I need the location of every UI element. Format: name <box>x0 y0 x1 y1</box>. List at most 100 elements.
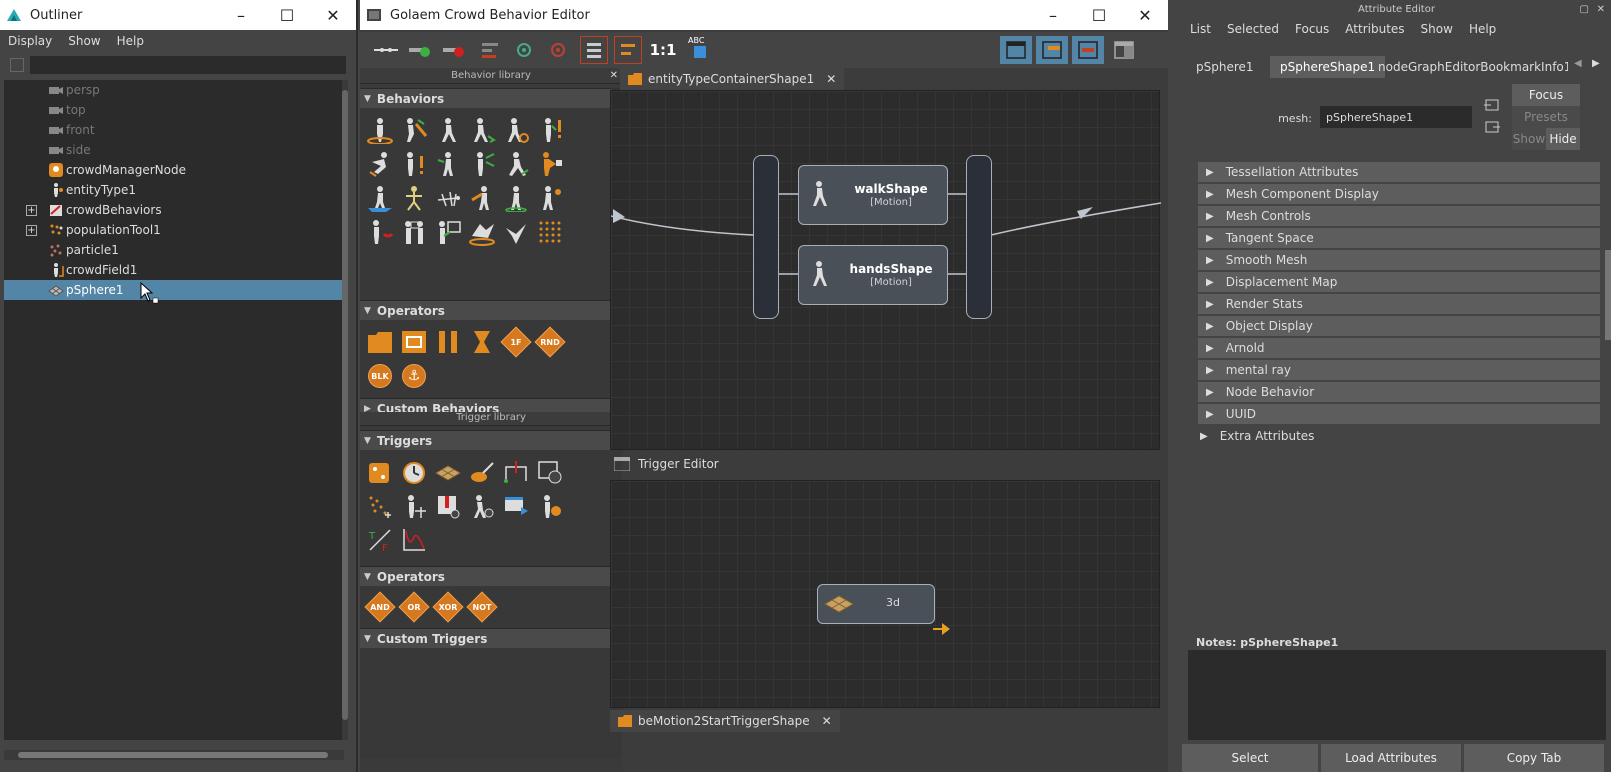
behavior-graph-canvas[interactable]: walkShape [Motion] handsShape [Motion] <box>610 90 1161 450</box>
trigger-distance-icon[interactable] <box>398 490 430 522</box>
behavior-node[interactable]: walkShape [Motion] <box>798 165 948 225</box>
tab-scroll-left-icon[interactable]: ◀ <box>1574 58 1582 69</box>
outliner-item-selected[interactable]: pSphere1 <box>4 280 346 300</box>
section-uuid[interactable]: ▶ UUID <box>1198 404 1600 424</box>
behavior-sync-icon[interactable] <box>466 148 498 180</box>
copy-tab-button[interactable]: Copy Tab <box>1464 744 1604 772</box>
behavior-wait-icon[interactable] <box>500 182 532 214</box>
section-extra-attributes[interactable]: ▶ Extra Attributes <box>1198 426 1600 446</box>
trigger-collision-icon[interactable] <box>534 456 566 488</box>
outliner-item[interactable]: crowdManagerNode <box>4 160 346 180</box>
outliner-item[interactable]: crowdField1 <box>4 260 346 280</box>
collapse-button[interactable] <box>614 36 642 64</box>
connect-tool-button[interactable] <box>372 36 400 64</box>
maximize-button[interactable]: ☐ <box>264 0 310 30</box>
focus-button[interactable]: Focus <box>1512 84 1580 106</box>
view-split-button[interactable] <box>1036 36 1068 64</box>
trigger-paint-icon[interactable] <box>466 456 498 488</box>
operator-and-icon[interactable]: AND <box>364 591 396 623</box>
notes-textarea[interactable] <box>1188 650 1606 740</box>
trigger-random-icon[interactable] <box>364 456 396 488</box>
tab-entity-type-container[interactable]: entityTypeContainerShape1 ✕ <box>620 68 845 90</box>
outliner-item[interactable]: front <box>4 120 346 140</box>
operator-loop-icon[interactable] <box>398 326 430 358</box>
behavior-ground-icon[interactable] <box>364 182 396 214</box>
trigger-timer-icon[interactable] <box>398 456 430 488</box>
presets-button[interactable]: Presets <box>1512 106 1580 128</box>
mesh-field[interactable] <box>1320 106 1472 128</box>
section-tangent-space[interactable]: ▶ Tangent Space <box>1198 228 1600 248</box>
outliner-item[interactable]: + populationTool1 <box>4 220 346 240</box>
operator-xor-icon[interactable]: XOR <box>432 591 464 623</box>
trigger-shader-icon[interactable] <box>534 490 566 522</box>
behavior-jump-icon[interactable] <box>364 148 396 180</box>
tab-nodegrapheditorbookmarkinfo1[interactable]: nodeGraphEditorBookmarkInfo1 <box>1368 56 1568 78</box>
trigger-graph-canvas[interactable]: 3d <box>610 480 1160 708</box>
close-button[interactable]: ✕ <box>1122 0 1168 30</box>
operator-anchor-icon[interactable]: ⚓ <box>398 360 430 392</box>
behavior-flow-icon[interactable] <box>398 114 430 146</box>
behavior-bird-icon[interactable] <box>500 216 532 248</box>
menu-attributes[interactable]: Attributes <box>1337 22 1412 36</box>
behavior-carry-icon[interactable] <box>466 182 498 214</box>
show-button[interactable]: Show <box>1512 128 1546 150</box>
view-attributes-button[interactable] <box>1108 36 1140 64</box>
expand-icon[interactable]: + <box>26 224 37 236</box>
minimize-button[interactable]: – <box>218 0 264 30</box>
section-render-stats[interactable]: ▶ Render Stats <box>1198 294 1600 314</box>
section-displacement-map[interactable]: ▶ Displacement Map <box>1198 272 1600 292</box>
section-object-display[interactable]: ▶ Object Display <box>1198 316 1600 336</box>
trigger-operators-section-header[interactable]: ▼ Operators <box>360 566 622 586</box>
behavior-pickup-icon[interactable] <box>534 148 566 180</box>
tab-trigger-shape[interactable]: beMotion2StartTriggerShape ✕ <box>610 710 840 732</box>
frame-button[interactable] <box>544 36 572 64</box>
operator-not-icon[interactable]: NOT <box>466 591 498 623</box>
behavior-group-icon[interactable] <box>398 216 430 248</box>
behavior-vehicle-icon[interactable] <box>466 216 498 248</box>
behavior-operators-section-header[interactable]: ▼ Operators <box>360 300 622 320</box>
menu-show[interactable]: Show <box>1413 22 1461 36</box>
triggers-section-header[interactable]: ▼ Triggers <box>360 430 622 450</box>
outliner-hscrollbar[interactable] <box>4 750 344 760</box>
tab-scroll-right-icon[interactable]: ▶ <box>1592 58 1600 69</box>
minimize-button[interactable]: – <box>1030 0 1076 30</box>
behavior-goto-icon[interactable] <box>364 114 396 146</box>
section-mesh-controls[interactable]: ▶ Mesh Controls <box>1198 206 1600 226</box>
view-graph-button[interactable] <box>1072 36 1104 64</box>
output-connection-icon[interactable] <box>1484 120 1500 134</box>
custom-triggers-section-header[interactable]: ▼ Custom Triggers <box>360 628 622 648</box>
container-exit-port[interactable] <box>966 155 992 319</box>
behavior-locomotion-icon[interactable] <box>432 114 464 146</box>
outliner-item[interactable]: particle1 <box>4 240 346 260</box>
outliner-item[interactable]: top <box>4 100 346 120</box>
section-mesh-component-display[interactable]: ▶ Mesh Component Display <box>1198 184 1600 204</box>
layout-button[interactable] <box>510 36 538 64</box>
view-single-button[interactable] <box>1000 36 1032 64</box>
menu-help[interactable]: Help <box>109 34 152 48</box>
zoom-reset-button[interactable]: 1:1 <box>648 36 678 64</box>
operator-1f-icon[interactable]: 1F <box>500 326 532 358</box>
container-entry-port[interactable] <box>753 155 779 319</box>
behavior-display-icon[interactable] <box>432 216 464 248</box>
behavior-grid-icon[interactable] <box>534 216 566 248</box>
trigger-density-icon[interactable] <box>364 490 396 522</box>
filter-icon[interactable] <box>10 58 24 72</box>
output-arrow-icon[interactable] <box>933 623 951 635</box>
list-view-button[interactable] <box>580 36 608 64</box>
section-smooth-mesh[interactable]: ▶ Smooth Mesh <box>1198 250 1600 270</box>
behavior-throw-icon[interactable] <box>534 182 566 214</box>
float-icon[interactable]: ▢ <box>1580 0 1589 20</box>
operator-sequence-icon[interactable] <box>466 326 498 358</box>
disable-button[interactable] <box>440 36 468 64</box>
menu-display[interactable]: Display <box>0 34 60 48</box>
behavior-orientation-icon[interactable] <box>500 114 532 146</box>
close-icon[interactable]: ✕ <box>1597 0 1605 20</box>
behavior-alert2-icon[interactable] <box>398 148 430 180</box>
attribute-editor-scrollbar[interactable] <box>1605 250 1611 340</box>
operator-parallel-icon[interactable] <box>432 326 464 358</box>
behaviors-section-header[interactable]: ▼ Behaviors <box>360 88 622 108</box>
enable-button[interactable] <box>406 36 434 64</box>
behavior-alert-icon[interactable] <box>534 114 566 146</box>
outliner-item[interactable]: persp <box>4 80 346 100</box>
select-button[interactable]: Select <box>1182 744 1318 772</box>
